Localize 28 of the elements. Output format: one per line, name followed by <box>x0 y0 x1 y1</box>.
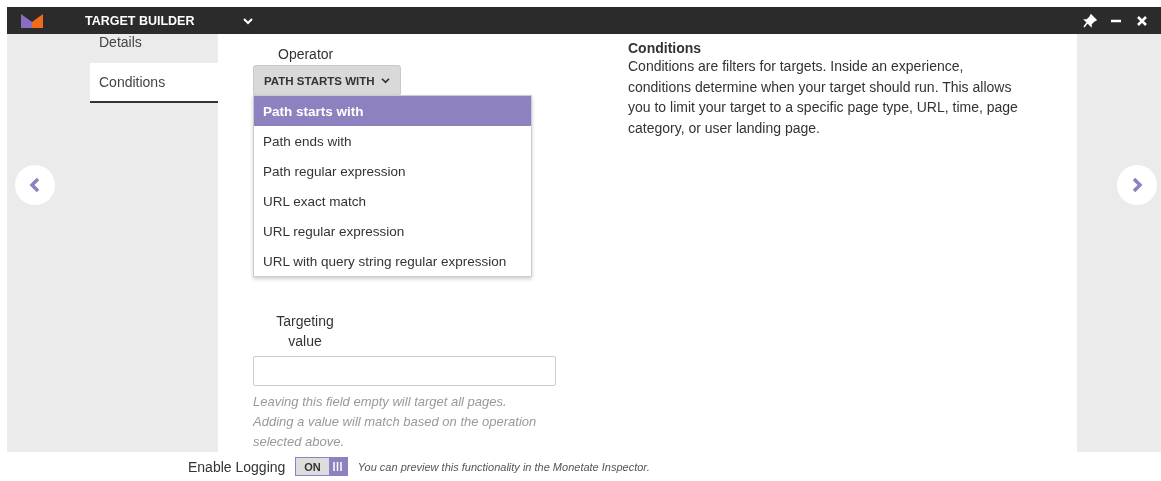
logging-toggle[interactable]: ON <box>295 457 348 476</box>
chevron-down-icon[interactable] <box>243 16 253 25</box>
pin-icon[interactable] <box>1083 13 1097 28</box>
targeting-input[interactable] <box>253 356 556 386</box>
operator-label: Operator <box>278 46 335 62</box>
close-icon[interactable] <box>1135 13 1149 28</box>
info-text: Conditions are filters for targets. Inside an experience, conditions determine when your target should run. This allows you to limit your target to a specific page type, URL, time, page category, or user landing page. <box>628 57 1019 138</box>
targeting-label: Targeting value <box>275 312 335 351</box>
next-button[interactable] <box>1117 165 1157 205</box>
sidebar-tab[interactable]: Conditions <box>90 63 218 103</box>
help-text: Leaving this field empty will target all pages. Adding a value will match based on the operation selected above. <box>253 393 538 451</box>
info-title: Conditions <box>628 40 703 56</box>
sidebar-tab[interactable]: Details <box>90 34 218 54</box>
chevron-left-icon <box>29 177 41 193</box>
chevron-right-icon <box>1131 177 1143 193</box>
logo-icon <box>21 13 43 28</box>
chevron-down-icon <box>380 77 390 84</box>
logging-note: You can preview this functionality in the Monetate Inspector. <box>357 460 650 473</box>
previous-button[interactable] <box>15 165 55 205</box>
dropdown-option[interactable]: URL with query string regular expression <box>254 246 531 276</box>
dropdown-option[interactable]: URL regular expression <box>254 216 531 246</box>
dropdown-option[interactable]: Path regular expression <box>254 156 531 186</box>
logging-label: Enable Logging <box>188 458 286 475</box>
operator-dropdown[interactable]: PATH STARTS WITH <box>253 65 401 96</box>
dropdown-option[interactable]: Path ends with <box>254 126 531 156</box>
dropdown-option[interactable]: URL exact match <box>254 186 531 216</box>
window-title: TARGET BUILDER <box>85 13 196 28</box>
grip-icon <box>333 462 343 471</box>
